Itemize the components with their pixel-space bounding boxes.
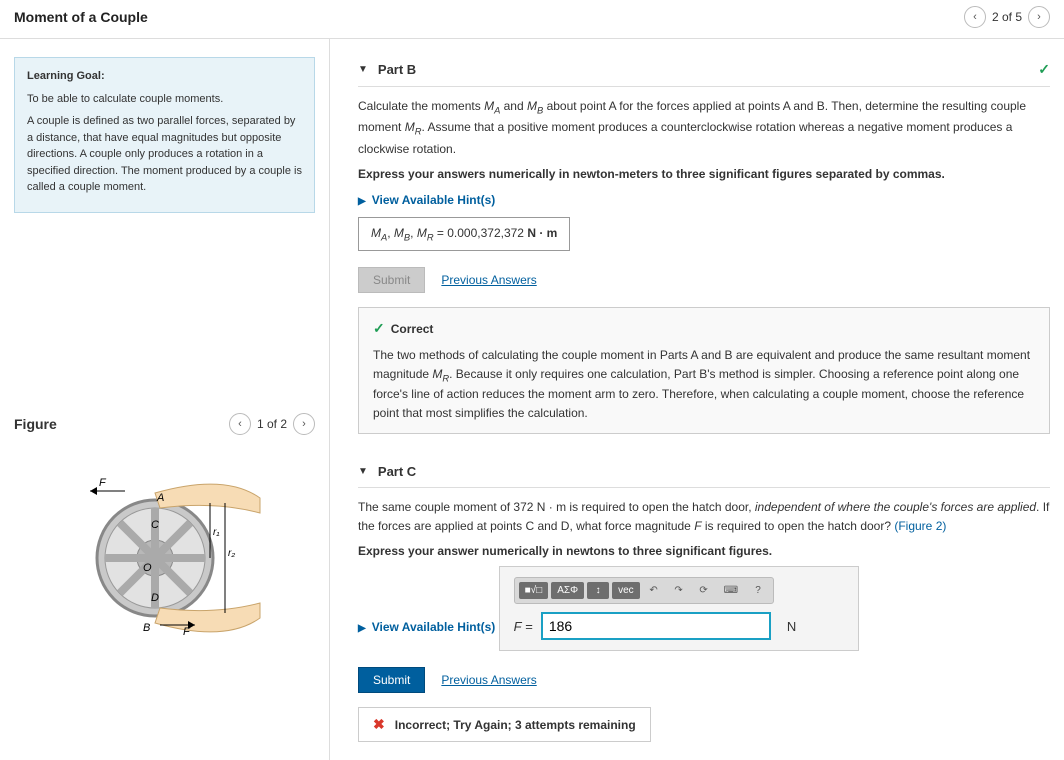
part-b-answer-display: MA, MB, MR = 0.000,372,372 N · m <box>358 217 570 251</box>
figure-2-link[interactable]: (Figure 2) <box>894 519 946 533</box>
part-b-submit-button: Submit <box>358 267 425 293</box>
figure-title: Figure <box>14 416 57 432</box>
next-problem-button[interactable]: › <box>1028 6 1050 28</box>
part-b-hints-link[interactable]: View Available Hint(s) <box>358 193 495 207</box>
learning-goal-text: To be able to calculate couple moments. <box>27 91 302 108</box>
part-c-express: Express your answer numerically in newto… <box>358 544 1050 558</box>
correct-check-icon: ✓ <box>1038 61 1050 78</box>
toolbar-vec-button[interactable]: vec <box>612 582 640 599</box>
figure-prev-button[interactable]: ‹ <box>229 413 251 435</box>
collapse-icon[interactable]: ▼ <box>358 64 368 75</box>
svg-text:r₂: r₂ <box>228 548 235 559</box>
learning-goal-desc: A couple is defined as two parallel forc… <box>27 113 302 196</box>
part-c-hints-link[interactable]: View Available Hint(s) <box>358 620 495 634</box>
svg-text:B: B <box>143 622 150 634</box>
equation-toolbar: ■√□ ΑΣΦ ↕ vec ↶ ↷ ⟳ ⌨ ? <box>514 577 774 604</box>
page-title: Moment of a Couple <box>14 9 148 25</box>
prev-problem-button[interactable]: ‹ <box>964 6 986 28</box>
toolbar-help-button[interactable]: ? <box>747 582 769 599</box>
part-c-label: Part C <box>378 464 416 479</box>
svg-text:A: A <box>156 492 164 504</box>
svg-text:O: O <box>143 562 152 574</box>
part-b-express: Express your answers numerically in newt… <box>358 167 1050 181</box>
svg-text:r₁: r₁ <box>213 527 219 538</box>
part-c-answer-input[interactable] <box>541 612 771 640</box>
part-b-label: Part B <box>378 62 416 77</box>
svg-text:F: F <box>99 477 107 489</box>
part-c-previous-answers-link[interactable]: Previous Answers <box>441 673 536 687</box>
toolbar-templates-button[interactable]: ■√□ <box>519 582 549 599</box>
x-icon: ✖ <box>373 716 385 733</box>
part-c-answer-region: ■√□ ΑΣΦ ↕ vec ↶ ↷ ⟳ ⌨ ? F = N <box>499 566 859 651</box>
toolbar-greek-button[interactable]: ΑΣΦ <box>551 582 584 599</box>
toolbar-redo-button[interactable]: ↷ <box>668 582 690 599</box>
toolbar-undo-button[interactable]: ↶ <box>643 582 665 599</box>
part-b-previous-answers-link[interactable]: Previous Answers <box>441 273 536 287</box>
learning-goal-box: Learning Goal: To be able to calculate c… <box>14 57 315 213</box>
check-icon: ✓ <box>373 318 385 340</box>
toolbar-keyboard-button[interactable]: ⌨ <box>718 582 744 599</box>
svg-text:D: D <box>151 592 159 604</box>
figure-pager-text: 1 of 2 <box>257 417 287 431</box>
figure-next-button[interactable]: › <box>293 413 315 435</box>
part-c-instructions: The same couple moment of 372 N · m is r… <box>358 498 1050 536</box>
figure-image: F A C O D B F r₁ r₂ <box>14 435 315 653</box>
collapse-icon[interactable]: ▼ <box>358 466 368 477</box>
part-c-incorrect-feedback: ✖ Incorrect; Try Again; 3 attempts remai… <box>358 707 651 742</box>
part-c-submit-button[interactable]: Submit <box>358 667 425 693</box>
learning-goal-title: Learning Goal: <box>27 68 302 85</box>
svg-text:C: C <box>151 519 159 531</box>
pager-text: 2 of 5 <box>992 10 1022 24</box>
part-b-feedback: ✓Correct The two methods of calculating … <box>358 307 1050 433</box>
toolbar-subsup-button[interactable]: ↕ <box>587 582 609 599</box>
part-c-unit-label: N <box>787 619 796 634</box>
toolbar-reset-button[interactable]: ⟳ <box>693 582 715 599</box>
part-b-instructions: Calculate the moments MA and MB about po… <box>358 97 1050 159</box>
